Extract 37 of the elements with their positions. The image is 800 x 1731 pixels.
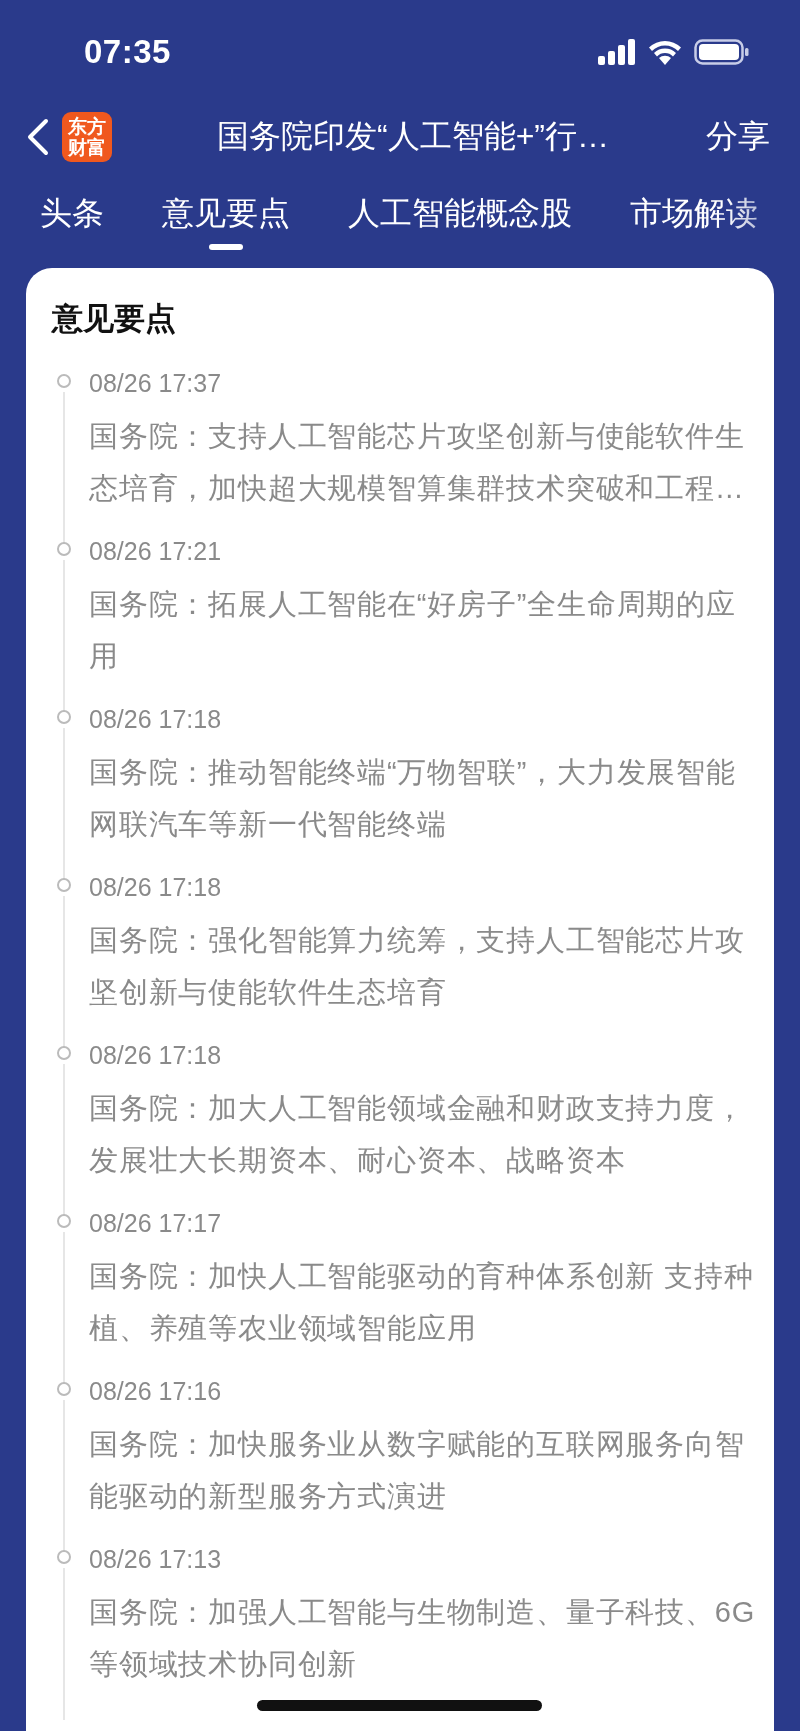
news-time: 08/26 17:13	[89, 1544, 223, 1574]
back-icon[interactable]	[26, 118, 50, 156]
news-time: 08/26 17:18	[89, 872, 223, 902]
status-time: 07:35	[84, 33, 171, 71]
timeline-dot	[57, 1550, 71, 1564]
wifi-icon	[648, 39, 682, 65]
timeline-dot	[57, 374, 71, 388]
timeline-dot	[57, 878, 71, 892]
news-time: 08/26 17:17	[89, 1208, 223, 1238]
timeline-dot	[57, 1046, 71, 1060]
news-headline[interactable]: 国务院：拓展人工智能在“好房子”全生命周期的应用	[89, 578, 756, 682]
news-headline[interactable]: 国务院：推动智能终端“万物智联”，大力发展智能网联汽车等新一代智能终端	[89, 746, 756, 850]
tab[interactable]: 头条	[40, 170, 104, 256]
tab[interactable]: 人工智能概念股	[348, 170, 572, 256]
tab[interactable]: 市场解读	[630, 170, 758, 256]
app-logo: 东方 财富	[62, 112, 112, 162]
news-time: 08/26 17:21	[89, 536, 223, 566]
news-headline[interactable]: 国务院：加大人工智能领域金融和财政支持力度，发展壮大长期资本、耐心资本、战略资本	[89, 1082, 756, 1186]
news-headline[interactable]: 国务院：强化智能算力统筹，支持人工智能芯片攻坚创新与使能软件生态培育	[89, 914, 756, 1018]
news-time: 08/26 17:18	[89, 704, 223, 734]
news-time: 08/26 17:16	[89, 1376, 223, 1406]
section-title: 意见要点	[52, 300, 177, 338]
news-headline[interactable]: 国务院：加强人工智能与生物制造、量子科技、6G等领域技术协同创新	[89, 1586, 756, 1690]
timeline-dot	[57, 1214, 71, 1228]
timeline-dot	[57, 1382, 71, 1396]
tab[interactable]: 意见要点	[162, 170, 290, 256]
page-title: 国务院印发“人工智能+”行…	[216, 117, 610, 156]
share-link[interactable]: 分享	[706, 115, 770, 159]
signal-icon	[598, 39, 636, 65]
battery-icon	[694, 39, 750, 65]
news-time: 08/26 17:37	[89, 368, 223, 398]
news-headline[interactable]: 国务院：加快服务业从数字赋能的互联网服务向智能驱动的新型服务方式演进	[89, 1418, 756, 1522]
news-time: 08/26 17:18	[89, 1040, 223, 1070]
timeline-dot	[57, 710, 71, 724]
news-headline[interactable]: 国务院：支持人工智能芯片攻坚创新与使能软件生态培育，加快超大规模智算集群技术突破和工程…	[89, 410, 756, 514]
news-headline[interactable]: 国务院：加快人工智能驱动的育种体系创新 支持种植、养殖等农业领域智能应用	[89, 1250, 756, 1354]
timeline-dot	[57, 542, 71, 556]
